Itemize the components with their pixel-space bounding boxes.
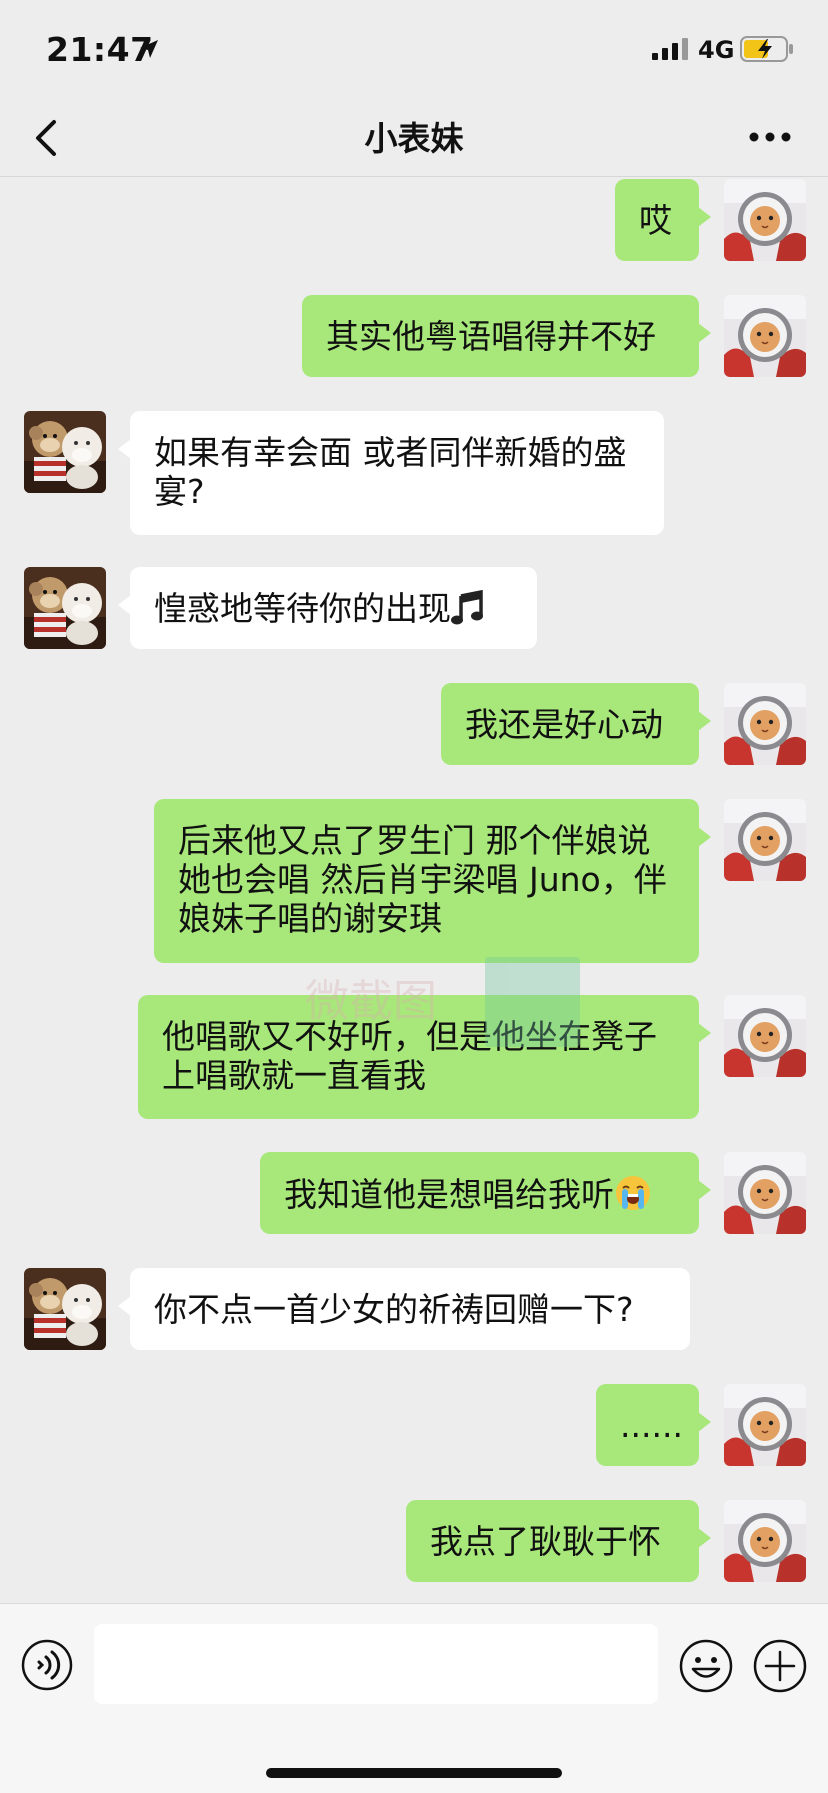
outgoing-message-bubble[interactable]: 我点了耿耿于怀: [406, 1500, 711, 1582]
self-avatar[interactable]: [724, 1500, 806, 1582]
contact-avatar[interactable]: [24, 567, 106, 649]
self-avatar[interactable]: [724, 799, 806, 881]
watermark-text: 微截图: [305, 976, 437, 1027]
message-list[interactable]: 哎其实他粤语唱得并不好如果有幸会面 或者同伴新婚的盛 宴? 惶惑地等待你的出现我还…: [0, 177, 828, 1602]
outgoing-message-bubble[interactable]: 其实他粤语唱得并不好: [302, 295, 711, 377]
outgoing-message-bubble[interactable]: 我还是好心动: [441, 683, 711, 765]
message-text: 你不点一首少女的祈祷回赠一下?: [154, 1290, 634, 1329]
network-type: 4G: [698, 36, 735, 64]
contact-avatar[interactable]: [24, 411, 106, 493]
message-text: 惶惑地等待你的出现: [154, 589, 451, 628]
add-plus-icon[interactable]: [752, 1638, 808, 1694]
chat-title: 小表妹: [364, 119, 464, 158]
home-indicator: [266, 1768, 562, 1778]
self-avatar[interactable]: [724, 683, 806, 765]
outgoing-message-bubble[interactable]: 我知道他是想唱给我听: [260, 1152, 711, 1234]
message-text: 如果有幸会面 或者同伴新婚的盛 宴?: [154, 433, 627, 511]
incoming-message-bubble[interactable]: 惶惑地等待你的出现: [118, 567, 537, 649]
input-bar: [0, 1603, 828, 1793]
outgoing-message-bubble[interactable]: 后来他又点了罗生门 那个伴娘说 她也会唱 然后肖宇梁唱 Juno，伴 娘妹子唱的…: [154, 799, 711, 963]
message-text: 我还是好心动: [465, 705, 663, 744]
outgoing-message-bubble[interactable]: 哎: [615, 179, 711, 261]
message-text: 后来他又点了罗生门 那个伴娘说 她也会唱 然后肖宇梁唱 Juno，伴 娘妹子唱的…: [178, 821, 667, 938]
self-avatar[interactable]: [724, 179, 806, 261]
message-text: 我知道他是想唱给我听: [284, 1175, 614, 1214]
more-options-icon[interactable]: [746, 122, 794, 152]
self-avatar[interactable]: [724, 995, 806, 1077]
incoming-message-bubble[interactable]: 你不点一首少女的祈祷回赠一下?: [118, 1268, 690, 1350]
message-text: 哎: [639, 201, 672, 240]
location-arrow-icon: [140, 40, 158, 58]
message-text: ......: [620, 1406, 683, 1445]
contact-avatar[interactable]: [24, 1268, 106, 1350]
watermark-image-icon: [485, 957, 580, 1047]
watermark: 微截图: [305, 957, 580, 1052]
message-text: 其实他粤语唱得并不好: [326, 317, 656, 356]
battery-charging-icon: [740, 36, 793, 62]
chat-header: 小表妹: [0, 100, 828, 177]
self-avatar[interactable]: [724, 1152, 806, 1234]
outgoing-message-bubble[interactable]: ......: [596, 1384, 711, 1466]
message-input[interactable]: [94, 1624, 658, 1704]
message-text: 我点了耿耿于怀: [430, 1522, 661, 1561]
emoji-face-icon[interactable]: [678, 1638, 734, 1694]
status-bar: 21:47 4G: [0, 0, 828, 100]
loudly-crying-face-icon: [616, 1176, 650, 1210]
incoming-message-bubble[interactable]: 如果有幸会面 或者同伴新婚的盛 宴?: [118, 411, 664, 535]
self-avatar[interactable]: [724, 1384, 806, 1466]
cellular-signal-icon: [652, 38, 688, 60]
self-avatar[interactable]: [724, 295, 806, 377]
voice-input-icon[interactable]: [20, 1638, 74, 1692]
music-note-icon: [451, 590, 483, 625]
